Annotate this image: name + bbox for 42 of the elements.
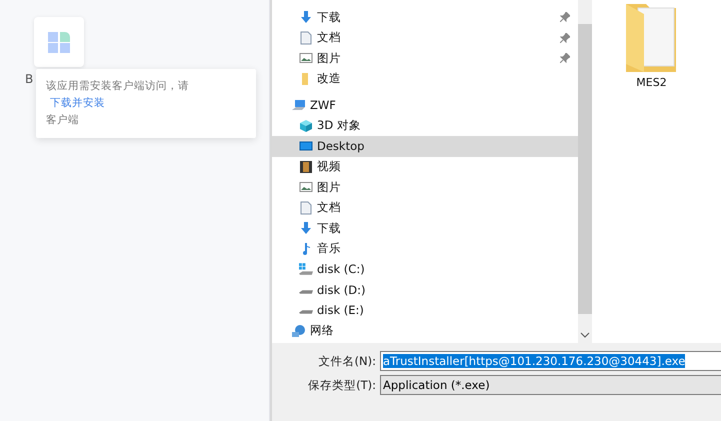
drive-icon	[299, 290, 313, 294]
folder-name[interactable]: MES2	[636, 76, 667, 89]
file-type-dropdown[interactable]: Application (*.exe)	[380, 375, 721, 395]
nav-item[interactable]: 文档	[272, 28, 578, 48]
nav-item[interactable]: 下载	[272, 7, 578, 28]
nav-item[interactable]: 图片	[272, 48, 578, 68]
tooltip-message: 客户端	[46, 114, 79, 126]
down-arrow-icon	[299, 221, 313, 236]
nav-item[interactable]: disk (D:)	[272, 280, 578, 300]
drive-icon	[299, 263, 313, 276]
tooltip-message: 该应用需安装客户端访问，请	[46, 80, 189, 92]
film-icon	[299, 160, 313, 174]
document-icon	[299, 30, 313, 45]
nav-item[interactable]: disk (C:)	[272, 259, 578, 280]
cube-icon	[299, 118, 313, 133]
nav-item[interactable]: 下载	[272, 218, 578, 238]
nav-item[interactable]: 文档	[272, 198, 578, 218]
network-icon	[292, 324, 306, 338]
nav-item[interactable]: 网络	[272, 320, 578, 341]
nav-item[interactable]: 3D 对象	[272, 116, 578, 136]
filename-field[interactable]: aTrustInstaller[https@101.230.176.230@30443].exe	[380, 351, 721, 371]
app-name: B	[25, 72, 34, 86]
down-arrow-icon	[299, 10, 313, 24]
nav-item[interactable]: ZWF	[272, 95, 578, 116]
drive-icon	[299, 310, 313, 314]
computer-icon	[292, 98, 306, 112]
app-tile[interactable]	[34, 17, 84, 67]
picture-icon	[299, 180, 313, 194]
app-grid-icon	[47, 30, 71, 54]
desktop-icon	[299, 139, 313, 154]
nav-item[interactable]: 图片	[272, 177, 578, 198]
field-label: 保存类型(T):	[307, 378, 376, 392]
document-icon	[299, 200, 313, 215]
chevron-down-icon[interactable]	[580, 331, 590, 339]
nav-item[interactable]: 视频	[272, 156, 578, 177]
nav-item[interactable]: disk (E:)	[272, 300, 578, 320]
nav-item[interactable]: 改造	[272, 68, 578, 89]
nav-item[interactable]: Desktop	[272, 136, 578, 156]
picture-icon	[299, 51, 313, 66]
download-link[interactable]: 下载并安装	[50, 97, 105, 109]
field-label: 文件名(N):	[318, 354, 376, 368]
nav-item[interactable]: 音乐	[272, 238, 578, 259]
